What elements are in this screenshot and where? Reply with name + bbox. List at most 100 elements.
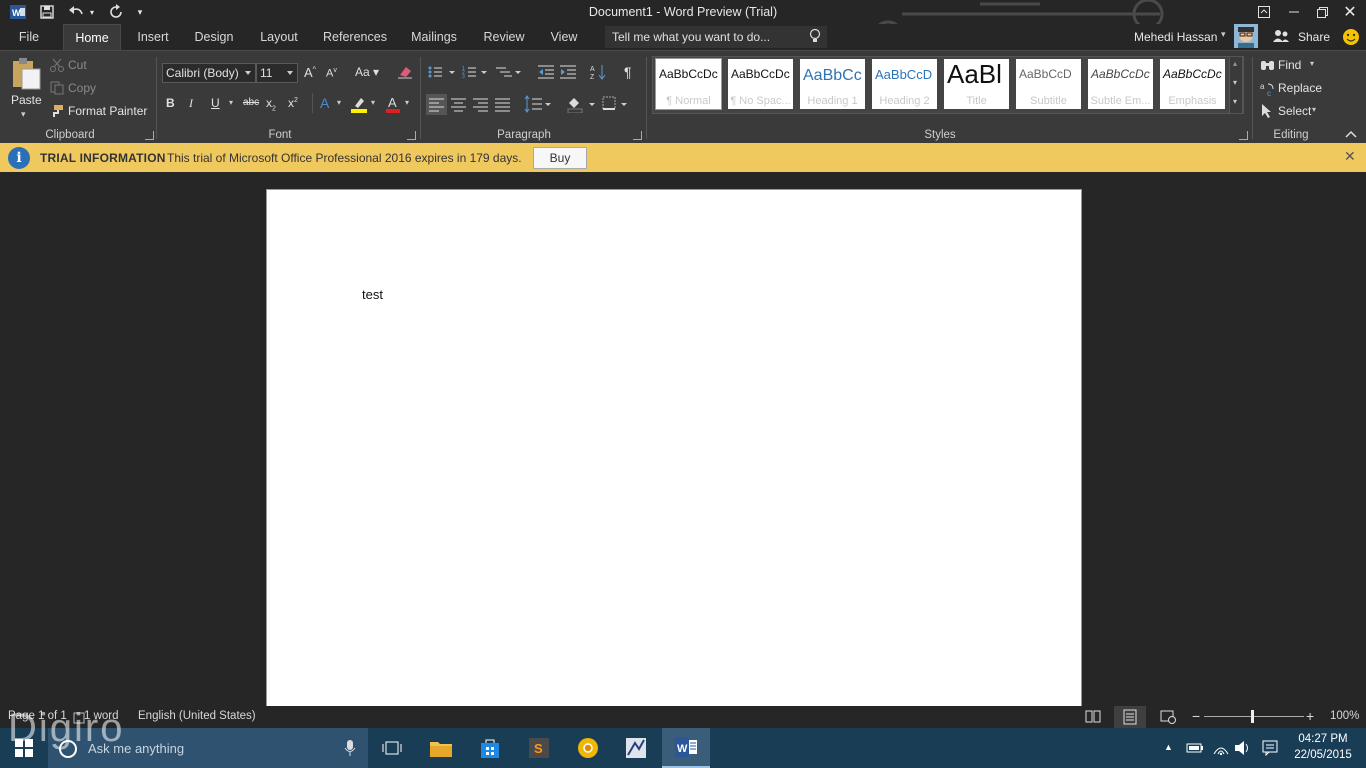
increase-indent-icon[interactable] xyxy=(560,65,576,84)
web-layout-icon[interactable] xyxy=(1160,709,1176,730)
zoom-slider[interactable] xyxy=(1204,716,1304,717)
sublime-text-icon[interactable]: S xyxy=(515,728,563,768)
cut-icon[interactable] xyxy=(50,58,64,77)
underline-dropdown-icon[interactable]: ▾ xyxy=(229,98,233,107)
subscript-icon[interactable]: x2 xyxy=(266,96,276,112)
redo-icon[interactable] xyxy=(106,2,126,22)
format-painter-button[interactable]: Format Painter xyxy=(68,104,147,118)
tab-file[interactable]: File xyxy=(8,24,50,50)
superscript-icon[interactable]: x2 xyxy=(288,96,298,110)
paste-dropdown-icon[interactable]: ▾ xyxy=(21,109,26,120)
cut-button[interactable]: Cut xyxy=(68,58,87,72)
style-tile[interactable]: AaBbCcD Subtitle xyxy=(1016,59,1081,109)
tab-review[interactable]: Review xyxy=(478,24,530,50)
smiley-icon[interactable] xyxy=(1342,28,1360,51)
format-painter-icon[interactable] xyxy=(50,104,64,123)
styles-launcher-icon[interactable] xyxy=(1239,131,1248,140)
replace-icon[interactable]: ac xyxy=(1260,81,1276,102)
undo-icon[interactable] xyxy=(65,2,87,22)
select-button[interactable]: Select xyxy=(1278,104,1311,118)
scroll-down-icon[interactable]: ▾ xyxy=(1233,78,1237,87)
highlight-dropdown-icon[interactable]: ▾ xyxy=(371,98,375,107)
print-layout-icon[interactable] xyxy=(1114,706,1146,728)
clear-formatting-icon[interactable] xyxy=(397,65,413,84)
font-color-icon[interactable]: A xyxy=(385,95,401,118)
word-taskbar-icon[interactable]: W xyxy=(662,728,710,768)
word-icon[interactable]: W xyxy=(8,2,28,22)
style-tile[interactable]: AaBl Title xyxy=(944,59,1009,109)
find-button[interactable]: Find xyxy=(1278,58,1301,72)
style-tile[interactable]: AaBbCcDc Subtle Em... xyxy=(1088,59,1153,109)
close-icon[interactable]: ✕ xyxy=(1340,2,1360,22)
decrease-indent-icon[interactable] xyxy=(538,65,554,84)
zoom-slider-thumb[interactable] xyxy=(1251,710,1254,723)
select-dropdown-icon[interactable]: ▾ xyxy=(1312,105,1316,114)
sort-icon[interactable]: AZ xyxy=(590,63,608,86)
tab-home[interactable]: Home xyxy=(63,24,121,50)
show-formatting-icon[interactable]: ¶ xyxy=(624,64,632,80)
bold-icon[interactable]: B xyxy=(166,96,175,110)
shrink-font-icon[interactable]: Av xyxy=(326,67,337,80)
tab-design[interactable]: Design xyxy=(188,24,240,50)
tab-view[interactable]: View xyxy=(544,24,584,50)
find-dropdown-icon[interactable]: ▾ xyxy=(1310,59,1314,68)
copy-button[interactable]: Copy xyxy=(68,81,96,95)
font-size-select[interactable]: 11 xyxy=(256,63,298,83)
battery-icon[interactable] xyxy=(1186,740,1204,759)
clipboard-launcher-icon[interactable] xyxy=(145,131,154,140)
share-icon[interactable] xyxy=(1272,28,1290,49)
notifications-icon[interactable] xyxy=(1262,740,1278,761)
tell-me-input[interactable]: Tell me what you want to do... xyxy=(605,26,827,48)
borders-icon[interactable] xyxy=(602,95,630,118)
zoom-out-icon[interactable]: − xyxy=(1192,709,1200,723)
multilevel-list-icon[interactable] xyxy=(496,65,524,84)
strikethrough-icon[interactable]: abc xyxy=(243,97,259,108)
scroll-up-icon[interactable]: ▴ xyxy=(1233,59,1237,68)
customize-icon[interactable]: ▾ xyxy=(134,2,146,22)
line-spacing-icon[interactable] xyxy=(524,95,552,118)
more-styles-icon[interactable]: ▾ xyxy=(1233,97,1237,106)
tab-layout[interactable]: Layout xyxy=(252,24,306,50)
photo-app-icon[interactable] xyxy=(612,728,660,768)
align-center-icon[interactable] xyxy=(448,94,469,120)
task-view-icon[interactable] xyxy=(368,728,416,768)
font-launcher-icon[interactable] xyxy=(407,131,416,140)
read-mode-icon[interactable] xyxy=(1085,709,1101,728)
share-button[interactable]: Share xyxy=(1298,30,1330,44)
change-case-icon[interactable]: Aa ▾ xyxy=(355,65,379,79)
save-icon[interactable] xyxy=(37,2,57,22)
bullets-icon[interactable] xyxy=(428,65,456,84)
style-tile[interactable]: AaBbCcDc ¶ No Spac... xyxy=(728,59,793,109)
store-icon[interactable] xyxy=(466,728,514,768)
italic-icon[interactable]: I xyxy=(189,96,193,111)
avatar[interactable] xyxy=(1234,24,1258,48)
paste-button[interactable]: Paste xyxy=(11,93,42,107)
ribbon-display-icon[interactable] xyxy=(1254,2,1274,22)
file-explorer-icon[interactable] xyxy=(417,728,465,768)
collapse-ribbon-icon[interactable] xyxy=(1345,129,1357,142)
buy-button[interactable]: Buy xyxy=(533,147,587,169)
select-icon[interactable] xyxy=(1261,103,1273,124)
chrome-canary-icon[interactable] xyxy=(564,728,612,768)
align-right-icon[interactable] xyxy=(470,94,491,120)
wifi-icon[interactable] xyxy=(1212,740,1230,761)
text-effects-dropdown-icon[interactable]: ▾ xyxy=(337,98,341,107)
style-tile[interactable]: AaBbCcDc ¶ Normal xyxy=(655,58,722,110)
copy-icon[interactable] xyxy=(50,81,64,100)
undo-dropdown-icon[interactable]: ▾ xyxy=(88,2,96,22)
document-page[interactable]: test xyxy=(266,189,1082,709)
find-icon[interactable] xyxy=(1260,58,1276,77)
zoom-in-icon[interactable]: + xyxy=(1306,709,1314,723)
font-family-select[interactable]: Calibri (Body) xyxy=(162,63,256,83)
underline-icon[interactable]: U xyxy=(211,96,220,110)
user-name[interactable]: Mehedi Hassan xyxy=(1134,30,1217,44)
restore-icon[interactable] xyxy=(1312,2,1332,22)
numbering-icon[interactable]: 123 xyxy=(462,65,490,84)
clock[interactable]: 04:27 PM 22/05/2015 xyxy=(1283,731,1363,763)
align-left-icon[interactable] xyxy=(426,94,447,115)
language[interactable]: English (United States) xyxy=(138,710,256,722)
zoom-level[interactable]: 100% xyxy=(1330,710,1359,722)
tray-overflow-icon[interactable]: ▲ xyxy=(1164,742,1173,752)
paragraph-launcher-icon[interactable] xyxy=(633,131,642,140)
font-color-dropdown-icon[interactable]: ▾ xyxy=(405,98,409,107)
